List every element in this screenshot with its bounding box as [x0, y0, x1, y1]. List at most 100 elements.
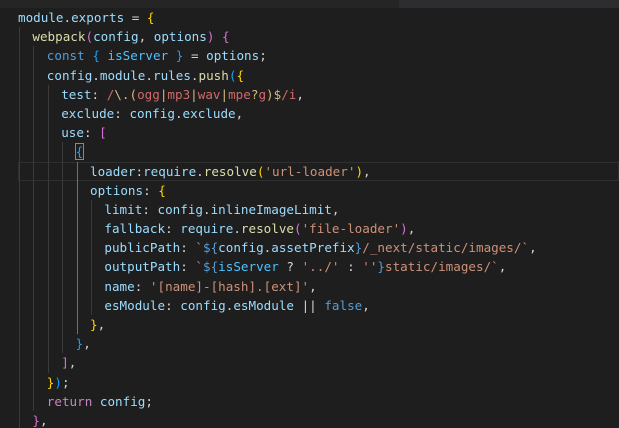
code-text: webpack(config, options) {: [18, 29, 230, 45]
code-line[interactable]: module.exports = {: [18, 8, 619, 27]
indent-guide: [47, 295, 49, 315]
code-text: const { isServer } = options;: [18, 48, 267, 63]
indent-guide: [19, 103, 20, 124]
code-text: publicPath: `${config.assetPrefix}/_next…: [18, 240, 537, 256]
code-line[interactable]: {: [18, 142, 619, 162]
code-token: .: [190, 67, 199, 83]
code-text: use: [: [18, 125, 107, 140]
code-token: ,: [529, 240, 537, 256]
indent-guide: [19, 372, 20, 392]
code-line[interactable]: return config;: [18, 391, 619, 411]
code-line[interactable]: publicPath: `${config.assetPrefix}/_next…: [18, 238, 619, 258]
code-line[interactable]: use: [: [18, 123, 619, 143]
code-token: publicPath: [104, 240, 181, 256]
code-token: resolve: [203, 163, 257, 179]
indent-guide: [62, 199, 64, 220]
code-line[interactable]: name: '[name]-[hash].[ext]',: [18, 276, 619, 296]
code-line[interactable]: },: [18, 334, 619, 354]
code-token: :: [134, 278, 150, 294]
code-editor[interactable]: module.exports = {webpack(config, option…: [0, 0, 619, 428]
code-line[interactable]: loader:require.resolve('url-loader'),: [18, 161, 619, 181]
indent-guide: [47, 315, 49, 335]
code-line[interactable]: exclude: config.exclude,: [18, 103, 619, 124]
indent-guide: [62, 161, 64, 181]
code-text: test: /\.(ogg|mp3|wav|mpe?g)$/i,: [18, 87, 304, 102]
code-token: ): [355, 163, 364, 179]
indent-guide: [19, 334, 20, 354]
indent-guide: [33, 199, 35, 220]
code-token: ;: [259, 48, 267, 64]
code-token: '[name]-[hash].[ext]': [149, 278, 310, 294]
indent-guide: [19, 161, 20, 181]
code-token: module: [18, 10, 64, 25]
code-token: ,: [97, 317, 106, 332]
code-token: {: [222, 29, 230, 45]
code-token: resolve: [240, 221, 294, 237]
code-token: exclude: [61, 105, 115, 121]
indent-guide: [47, 142, 49, 162]
indent-guide: [76, 199, 78, 220]
code-text: options: {: [18, 183, 166, 198]
indent-guide: [62, 257, 64, 277]
code-line[interactable]: });: [18, 372, 619, 392]
indent-guide: [33, 161, 35, 181]
code-line[interactable]: options: {: [18, 180, 619, 200]
indent-guide: [91, 276, 92, 296]
code-line[interactable]: ],: [18, 353, 619, 373]
code-token: ,: [498, 259, 507, 275]
code-line[interactable]: test: /\.(ogg|mp3|wav|mpe?g)$/i,: [18, 84, 619, 104]
code-line[interactable]: fallback: require.resolve('file-loader')…: [18, 219, 619, 239]
indent-guide: [33, 123, 35, 143]
code-token: :: [114, 105, 130, 121]
code-token: exports: [71, 10, 125, 25]
code-area[interactable]: module.exports = {webpack(config, option…: [18, 8, 619, 428]
indent-guide: [76, 180, 78, 200]
tab-strip-accent: [399, 0, 619, 8]
code-token: fallback: [104, 221, 166, 237]
code-token: config: [129, 105, 175, 121]
code-token: config: [157, 201, 203, 217]
indent-guide: [76, 219, 78, 239]
indent-guide: [62, 219, 64, 239]
code-token: :: [165, 221, 181, 237]
code-token: limit: [104, 201, 143, 217]
code-line[interactable]: outputPath: `${isServer ? '../' : ''}sta…: [18, 257, 619, 277]
code-line[interactable]: },: [18, 410, 619, 428]
code-line[interactable]: webpack(config, options) {: [18, 27, 619, 47]
code-token: =: [183, 48, 207, 64]
code-token: ,: [138, 29, 154, 45]
code-line[interactable]: config.module.rules.push({: [18, 65, 619, 85]
code-token: .: [92, 67, 100, 83]
indent-guide: [19, 353, 20, 373]
code-line[interactable]: esModule: config.esModule || false,: [18, 295, 619, 315]
indent-guide: [19, 276, 20, 296]
code-token: require: [143, 163, 197, 179]
code-token: `${config.assetPrefix}/_next/static/imag…: [195, 240, 530, 256]
indent-guide: [33, 180, 35, 200]
indent-guide: [19, 219, 20, 239]
indent-guide: [19, 295, 20, 315]
indent-guide: [76, 295, 78, 315]
indent-guide: [19, 180, 20, 200]
indent-guide: [91, 219, 92, 239]
indent-guide: [47, 84, 49, 104]
code-line[interactable]: },: [18, 315, 619, 335]
indent-guide: [19, 257, 20, 277]
indent-guide: [19, 199, 20, 220]
code-token: outputPath: [104, 259, 181, 275]
code-token: rules: [152, 67, 191, 83]
indent-guide: [47, 219, 49, 239]
code-line[interactable]: limit: config.inlineImageLimit,: [18, 199, 619, 220]
code-text: loader:require.resolve('url-loader'),: [18, 164, 371, 179]
indent-guide: [33, 238, 35, 258]
indent-guide: [19, 410, 20, 428]
indent-guide: [47, 103, 49, 124]
code-text: {: [18, 143, 85, 161]
indent-guide: [19, 315, 20, 335]
code-line[interactable]: const { isServer } = options;: [18, 46, 619, 66]
indent-guide: [19, 65, 20, 85]
indent-guide: [19, 123, 20, 143]
code-token: isServer: [107, 48, 169, 64]
